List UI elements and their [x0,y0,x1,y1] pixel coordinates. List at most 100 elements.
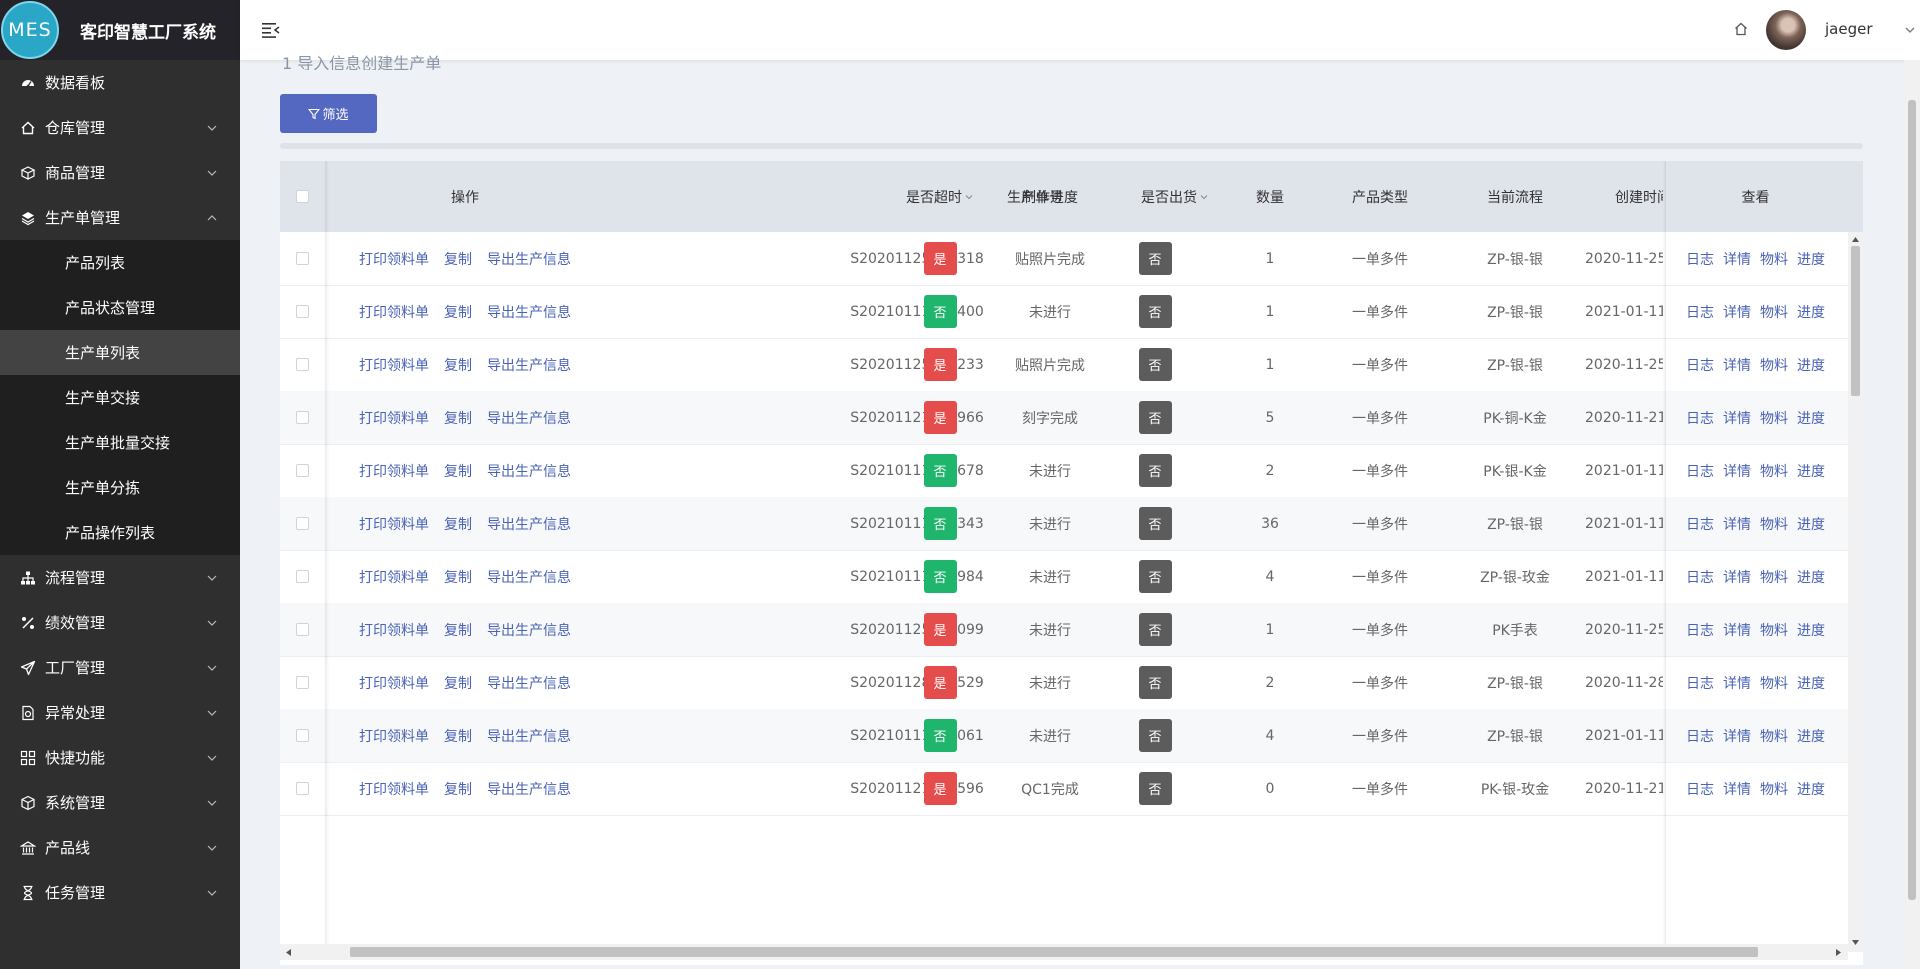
view-link-material[interactable]: 物料 [1760,355,1788,375]
row-checkbox[interactable] [296,411,309,424]
menu-toggle-icon[interactable] [262,22,280,38]
view-link-detail[interactable]: 详情 [1723,461,1751,481]
view-link-log[interactable]: 日志 [1686,620,1714,640]
home-icon[interactable] [1734,22,1748,36]
view-link-detail[interactable]: 详情 [1723,355,1751,375]
sidebar-item[interactable]: 仓库管理 [0,105,240,150]
view-link-detail[interactable]: 详情 [1723,620,1751,640]
sidebar-subitem[interactable]: 产品操作列表 [0,510,240,555]
view-link-material[interactable]: 物料 [1760,249,1788,269]
view-link-progress[interactable]: 进度 [1797,567,1825,587]
view-link-progress[interactable]: 进度 [1797,408,1825,428]
view-link-log[interactable]: 日志 [1686,673,1714,693]
view-link-log[interactable]: 日志 [1686,514,1714,534]
op-link-copy[interactable]: 复制 [444,249,472,269]
sidebar-subitem[interactable]: 生产单分拣 [0,465,240,510]
op-link-print-picklist[interactable]: 打印领料单 [359,673,429,693]
view-link-material[interactable]: 物料 [1760,726,1788,746]
mes-logo[interactable]: MES [1,1,59,59]
sidebar-subitem[interactable]: 产品列表 [0,240,240,285]
page-scroll-thumb[interactable] [1908,100,1916,900]
view-link-progress[interactable]: 进度 [1797,355,1825,375]
op-link-export-info[interactable]: 导出生产信息 [487,514,571,534]
chevron-down-icon[interactable] [1904,24,1916,36]
row-checkbox[interactable] [296,517,309,530]
scroll-left-icon[interactable] [285,949,291,956]
op-link-print-picklist[interactable]: 打印领料单 [359,514,429,534]
view-link-progress[interactable]: 进度 [1797,779,1825,799]
view-link-progress[interactable]: 进度 [1797,620,1825,640]
view-link-log[interactable]: 日志 [1686,726,1714,746]
op-link-export-info[interactable]: 导出生产信息 [487,673,571,693]
op-link-copy[interactable]: 复制 [444,779,472,799]
row-checkbox[interactable] [296,729,309,742]
view-link-material[interactable]: 物料 [1760,779,1788,799]
horizontal-scroll-thumb[interactable] [350,947,1758,957]
sidebar-item[interactable]: 流程管理 [0,555,240,600]
op-link-print-picklist[interactable]: 打印领料单 [359,779,429,799]
op-link-export-info[interactable]: 导出生产信息 [487,355,571,375]
sidebar-item[interactable]: 商品管理 [0,150,240,195]
sort-icon[interactable] [1199,192,1209,202]
row-checkbox[interactable] [296,305,309,318]
view-link-material[interactable]: 物料 [1760,302,1788,322]
view-link-progress[interactable]: 进度 [1797,461,1825,481]
view-link-log[interactable]: 日志 [1686,302,1714,322]
filter-button[interactable]: 筛选 [280,94,377,133]
table-vertical-scrollbar[interactable] [1848,232,1863,952]
op-link-copy[interactable]: 复制 [444,302,472,322]
op-link-print-picklist[interactable]: 打印领料单 [359,302,429,322]
sidebar-item[interactable]: 生产单管理 [0,195,240,240]
sidebar-subitem[interactable]: 产品状态管理 [0,285,240,330]
vertical-scroll-thumb[interactable] [1851,246,1860,396]
view-link-detail[interactable]: 详情 [1723,408,1751,428]
sidebar-item[interactable]: 任务管理 [0,870,240,915]
view-link-detail[interactable]: 详情 [1723,514,1751,534]
op-link-copy[interactable]: 复制 [444,620,472,640]
row-checkbox[interactable] [296,252,309,265]
row-checkbox[interactable] [296,623,309,636]
view-link-log[interactable]: 日志 [1686,408,1714,428]
op-link-print-picklist[interactable]: 打印领料单 [359,620,429,640]
op-link-print-picklist[interactable]: 打印领料单 [359,726,429,746]
op-link-export-info[interactable]: 导出生产信息 [487,779,571,799]
scroll-right-icon[interactable] [1836,949,1842,956]
op-link-copy[interactable]: 复制 [444,726,472,746]
table-horizontal-scrollbar[interactable] [280,944,1848,960]
sidebar-subitem[interactable]: 生产单批量交接 [0,420,240,465]
view-link-progress[interactable]: 进度 [1797,249,1825,269]
view-link-material[interactable]: 物料 [1760,567,1788,587]
view-link-material[interactable]: 物料 [1760,461,1788,481]
op-link-copy[interactable]: 复制 [444,355,472,375]
op-link-copy[interactable]: 复制 [444,514,472,534]
row-checkbox[interactable] [296,570,309,583]
op-link-print-picklist[interactable]: 打印领料单 [359,355,429,375]
view-link-log[interactable]: 日志 [1686,355,1714,375]
page-vertical-scrollbar[interactable] [1904,60,1920,969]
view-link-detail[interactable]: 详情 [1723,673,1751,693]
row-checkbox[interactable] [296,358,309,371]
sidebar-item[interactable]: 数据看板 [0,60,240,105]
view-link-log[interactable]: 日志 [1686,779,1714,799]
op-link-export-info[interactable]: 导出生产信息 [487,726,571,746]
op-link-export-info[interactable]: 导出生产信息 [487,302,571,322]
scroll-down-icon[interactable] [1852,940,1859,946]
view-link-progress[interactable]: 进度 [1797,514,1825,534]
view-link-log[interactable]: 日志 [1686,249,1714,269]
op-link-export-info[interactable]: 导出生产信息 [487,408,571,428]
op-link-print-picklist[interactable]: 打印领料单 [359,249,429,269]
view-link-progress[interactable]: 进度 [1797,302,1825,322]
op-link-export-info[interactable]: 导出生产信息 [487,461,571,481]
view-link-detail[interactable]: 详情 [1723,302,1751,322]
sort-icon[interactable] [964,192,974,202]
view-link-detail[interactable]: 详情 [1723,779,1751,799]
sidebar-item[interactable]: 绩效管理 [0,600,240,645]
scroll-up-icon[interactable] [1852,236,1859,242]
sidebar-item[interactable]: 产品线 [0,825,240,870]
view-link-progress[interactable]: 进度 [1797,673,1825,693]
sidebar-subitem[interactable]: 生产单交接 [0,375,240,420]
op-link-print-picklist[interactable]: 打印领料单 [359,408,429,428]
view-link-material[interactable]: 物料 [1760,620,1788,640]
op-link-export-info[interactable]: 导出生产信息 [487,249,571,269]
op-link-export-info[interactable]: 导出生产信息 [487,567,571,587]
